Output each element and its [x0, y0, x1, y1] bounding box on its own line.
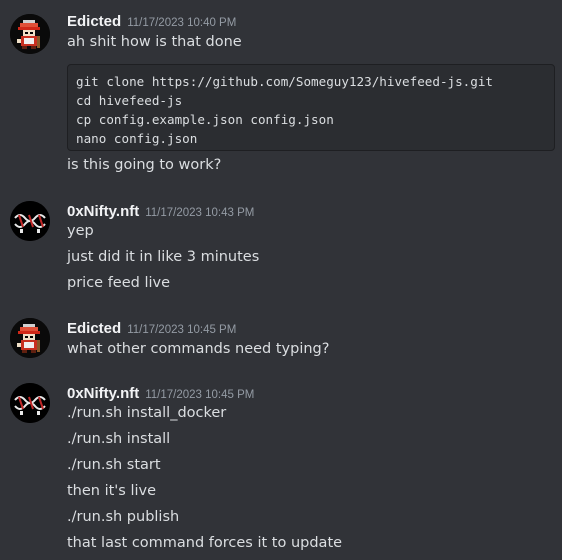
code-line: git clone https://github.com/Someguy123/… — [76, 74, 494, 89]
avatar-mage-icon — [10, 14, 50, 54]
code-line: nano config.json — [76, 131, 198, 146]
username[interactable]: Edicted — [67, 320, 121, 337]
username[interactable]: Edicted — [67, 13, 121, 30]
message-text: ./run.sh publish — [67, 509, 180, 525]
avatar-chain-icon — [10, 383, 50, 423]
message-text: just did it in like 3 minutes — [67, 249, 260, 265]
message-text: is this going to work? — [67, 157, 222, 173]
message-text: ./run.sh install — [67, 431, 171, 447]
timestamp: 11/17/2023 10:43 PM — [145, 207, 255, 219]
avatar[interactable] — [10, 383, 50, 423]
message-text: yep — [67, 223, 94, 239]
avatar-chain-icon — [10, 201, 50, 241]
message-text: ./run.sh install_docker — [67, 405, 227, 421]
timestamp: 11/17/2023 10:45 PM — [145, 389, 255, 401]
code-block: git clone https://github.com/Someguy123/… — [67, 64, 555, 151]
message-group: 0xNifty.nft 11/17/2023 10:45 PM ./run.sh … — [0, 375, 562, 560]
message-text: what other commands need typing? — [67, 341, 330, 357]
message-group: Edicted 11/17/2023 10:40 PM ah shit how i… — [0, 0, 562, 185]
avatar[interactable] — [10, 201, 50, 241]
message-text: that last command forces it to update — [67, 535, 343, 551]
avatar-mage-icon — [10, 318, 50, 358]
message-group: 0xNifty.nft 11/17/2023 10:43 PM yep just … — [0, 195, 562, 300]
timestamp: 11/17/2023 10:40 PM — [127, 17, 237, 29]
message-text: price feed live — [67, 275, 171, 291]
message-text: then it's live — [67, 483, 157, 499]
code-line: cp config.example.json config.json — [76, 112, 334, 127]
code-line: cd hivefeed-js — [76, 93, 183, 108]
message-text: ./run.sh start — [67, 457, 161, 473]
message-group: Edicted 11/17/2023 10:45 PM what other co… — [0, 310, 562, 370]
avatar[interactable] — [10, 318, 50, 358]
message-text: ah shit how is that done — [67, 34, 242, 50]
username[interactable]: 0xNifty.nft — [67, 203, 139, 220]
timestamp: 11/17/2023 10:45 PM — [127, 324, 237, 336]
username[interactable]: 0xNifty.nft — [67, 385, 139, 402]
avatar[interactable] — [10, 14, 50, 54]
